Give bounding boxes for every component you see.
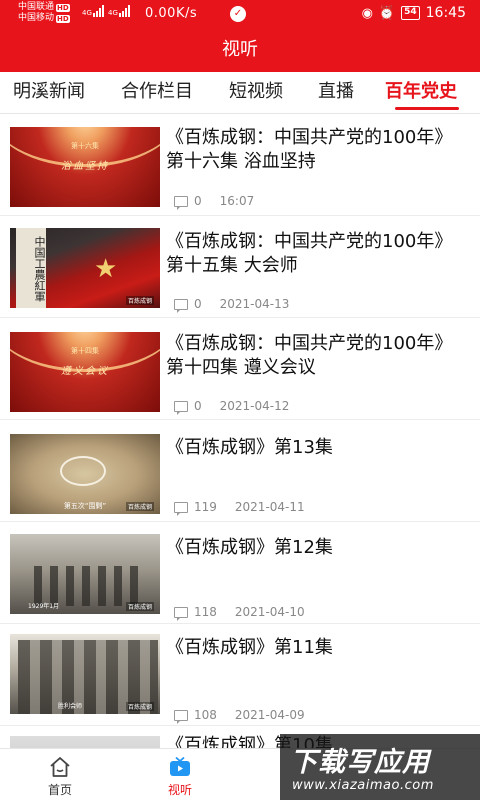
thumbnail-title: 浴血坚持 [61, 161, 109, 172]
star-icon: ★ [94, 254, 118, 284]
thumbnail-episode: 第十四集 [71, 347, 99, 355]
battery-icon: 54 [401, 6, 420, 20]
comment-count: 0 [194, 399, 202, 413]
publish-date: 2021-04-09 [234, 708, 305, 722]
thumbnail-logo: 百炼成钢 [125, 296, 154, 305]
video-meta: 0 16:07 [174, 194, 255, 210]
publish-date: 2021-04-12 [219, 399, 290, 413]
watermark-title: 下载写应用 [290, 747, 430, 778]
comment-count: 0 [194, 194, 202, 208]
list-item[interactable]: 第十六集 浴血坚持 《百炼成钢：中国共产党的100年》第十六集 浴血坚持 0 1… [0, 114, 480, 216]
video-title[interactable]: 《百炼成钢》第12集 [166, 536, 466, 560]
tab-mingxi-news[interactable]: 明溪新闻 [13, 72, 85, 112]
video-meta: 0 2021-04-13 [174, 297, 290, 313]
comment-icon [174, 195, 188, 210]
comment-icon [174, 709, 188, 724]
publish-date: 16:07 [219, 194, 255, 208]
carrier-2: 中国移动 [18, 13, 55, 23]
comment-count: 108 [194, 708, 217, 722]
video-thumbnail[interactable] [10, 736, 160, 748]
thumbnail-logo: 百炼成钢 [125, 702, 154, 711]
tab-party-history[interactable]: 百年党史 [385, 72, 457, 112]
video-title[interactable]: 《百炼成钢》第13集 [166, 436, 466, 460]
publish-date: 2021-04-13 [219, 297, 290, 311]
tab-partner-columns[interactable]: 合作栏目 [121, 72, 193, 112]
publish-date: 2021-04-10 [234, 605, 305, 619]
carrier-info: 中国联通 HD 中国移动 HD [18, 2, 70, 24]
thumbnail-caption: 胜利会师 [58, 703, 83, 710]
video-thumbnail[interactable]: 胜利会师 百炼成钢 [10, 634, 160, 714]
alarm-icon: ⏰ [378, 5, 396, 21]
video-meta: 108 2021-04-09 [174, 708, 305, 724]
app-screen: 中国联通 HD 中国移动 HD 4G 4G 0.00K/s ✓ ◉ ⏰ 54 16:… [0, 0, 480, 800]
video-thumbnail[interactable]: 第十六集 浴血坚持 [10, 127, 160, 207]
video-meta: 119 2021-04-11 [174, 500, 305, 516]
system-status: ◉ ⏰ 54 16:45 [362, 5, 466, 21]
tab-live[interactable]: 直播 [318, 72, 354, 112]
nav-home[interactable]: 首页 [20, 749, 100, 800]
comment-icon [174, 606, 188, 621]
thumbnail-logo: 百炼成钢 [125, 502, 154, 511]
publish-date: 2021-04-11 [234, 500, 305, 514]
nav-label-home: 首页 [47, 783, 72, 797]
thumbnail-banner: 中国工農紅軍 [16, 228, 46, 308]
comment-count: 118 [194, 605, 217, 619]
net-type: 4G [82, 9, 92, 17]
video-list: 第十六集 浴血坚持 《百炼成钢：中国共产党的100年》第十六集 浴血坚持 0 1… [0, 114, 480, 748]
hd-badge: HD [56, 3, 70, 12]
video-title[interactable]: 《百炼成钢：中国共产党的100年》第十六集 浴血坚持 [166, 126, 466, 174]
hd-badge: HD [56, 14, 70, 23]
video-title[interactable]: 《百炼成钢》第11集 [166, 636, 466, 660]
thumbnail-logo: 百炼成钢 [125, 602, 154, 611]
thumbnail-figures [34, 566, 138, 606]
video-meta: 0 2021-04-12 [174, 399, 290, 415]
comment-icon [174, 501, 188, 516]
comment-count: 119 [194, 500, 217, 514]
signal-icon: 4G [82, 5, 104, 17]
clock: 16:45 [425, 5, 466, 21]
status-bar: 中国联通 HD 中国移动 HD 4G 4G 0.00K/s ✓ ◉ ⏰ 54 16:… [0, 0, 480, 28]
nav-label-media: 视听 [167, 783, 192, 797]
video-thumbnail[interactable]: 第五次“围剿” 百炼成钢 [10, 434, 160, 514]
comment-icon [174, 400, 188, 415]
video-thumbnail[interactable]: 中国工農紅軍 ★ 百炼成钢 [10, 228, 160, 308]
list-item[interactable]: 1929年1月 百炼成钢 《百炼成钢》第12集 118 2021-04-10 [0, 522, 480, 624]
comment-count: 0 [194, 297, 202, 311]
list-item[interactable]: 中国工農紅軍 ★ 百炼成钢 《百炼成钢：中国共产党的100年》第十五集 大会师 … [0, 216, 480, 318]
list-item[interactable]: 第十四集 遵义会议 《百炼成钢：中国共产党的100年》第十四集 遵义会议 0 2… [0, 318, 480, 420]
video-thumbnail[interactable]: 1929年1月 百炼成钢 [10, 534, 160, 614]
watermark-url: www.xiazaimao.com [292, 778, 434, 793]
video-title[interactable]: 《百炼成钢：中国共产党的100年》第十四集 遵义会议 [166, 332, 466, 380]
thumbnail-caption: 1929年1月 [28, 603, 60, 610]
home-icon [50, 757, 70, 777]
carrier-1: 中国联通 [18, 2, 55, 12]
tv-icon [170, 756, 190, 776]
category-tabs: 明溪新闻 合作栏目 短视频 直播 百年党史 [0, 72, 480, 114]
nav-media[interactable]: 视听 [140, 749, 220, 800]
active-tab-indicator [395, 107, 459, 110]
video-title[interactable]: 《百炼成钢：中国共产党的100年》第十五集 大会师 [166, 230, 466, 278]
page-title: 视听 [0, 28, 480, 72]
video-meta: 118 2021-04-10 [174, 605, 305, 621]
notification-app-icon: ✓ [230, 6, 246, 22]
comment-icon [174, 298, 188, 313]
eye-comfort-icon: ◉ [361, 5, 373, 21]
video-thumbnail[interactable]: 第十四集 遵义会议 [10, 332, 160, 412]
network-speed: 0.00K/s [145, 6, 198, 21]
thumbnail-map-circle [60, 456, 106, 486]
thumbnail-title: 遵义会议 [61, 366, 109, 377]
tab-short-video[interactable]: 短视频 [229, 72, 283, 112]
signal-icon: 4G [108, 5, 130, 17]
list-item[interactable]: 胜利会师 百炼成钢 《百炼成钢》第11集 108 2021-04-09 [0, 624, 480, 726]
list-item[interactable]: 第五次“围剿” 百炼成钢 《百炼成钢》第13集 119 2021-04-11 [0, 420, 480, 522]
net-type: 4G [108, 9, 118, 17]
thumbnail-episode: 第十六集 [71, 142, 99, 150]
watermark: 下载写应用 www.xiazaimao.com [280, 734, 480, 800]
